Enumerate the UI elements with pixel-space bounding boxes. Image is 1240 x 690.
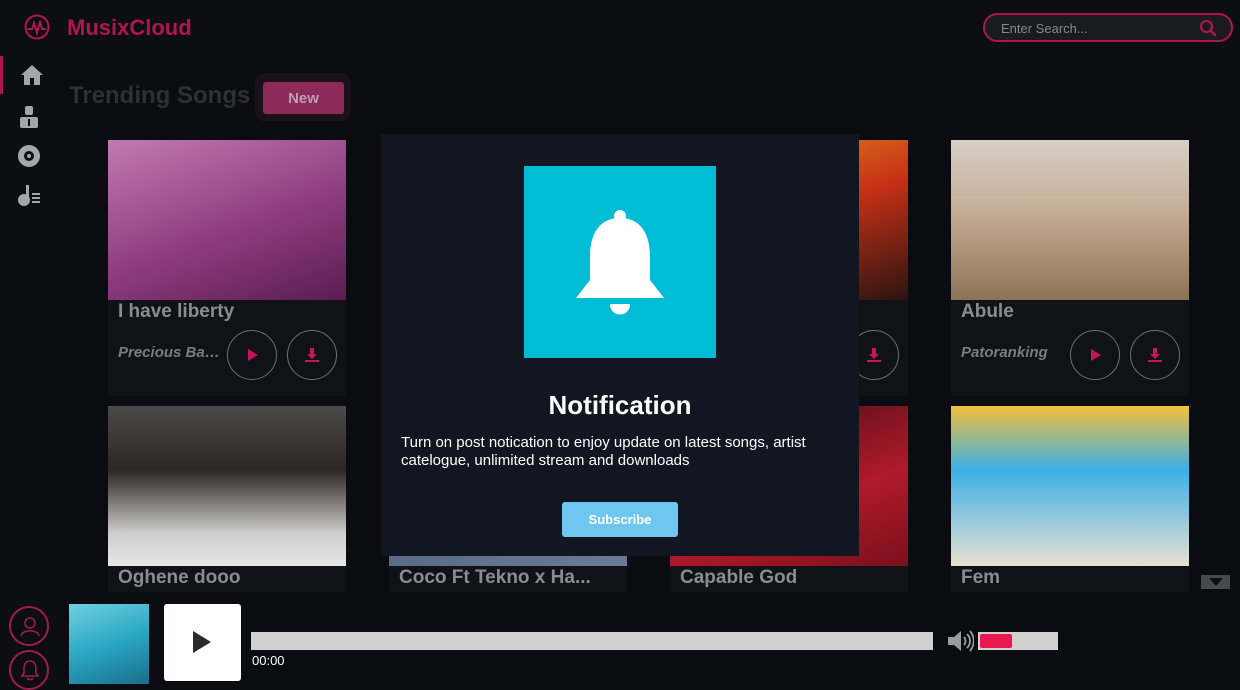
download-icon xyxy=(305,348,319,362)
player-play-button[interactable] xyxy=(164,604,241,681)
caret-down-icon xyxy=(1209,578,1223,586)
song-title: Coco Ft Tekno x Ha... xyxy=(399,567,591,588)
new-button[interactable]: New xyxy=(263,82,344,114)
song-title: Oghene dooo xyxy=(118,567,241,588)
notifications-button[interactable] xyxy=(9,650,49,690)
volume-level xyxy=(980,634,1012,648)
notification-modal: Notification Turn on post notication to … xyxy=(381,134,859,556)
play-icon xyxy=(193,631,211,653)
download-button[interactable] xyxy=(287,330,337,380)
play-icon xyxy=(1091,349,1101,361)
current-time: 00:00 xyxy=(252,653,285,668)
volume-icon[interactable] xyxy=(946,628,974,654)
bell-icon xyxy=(20,660,40,681)
search-input[interactable] xyxy=(1001,18,1191,38)
song-cover xyxy=(951,406,1189,566)
home-icon xyxy=(21,65,43,85)
sidebar-item-albums[interactable] xyxy=(0,137,57,175)
modal-message: Turn on post notication to enjoy update … xyxy=(401,434,806,469)
volume-slider[interactable] xyxy=(978,632,1058,650)
sidebar xyxy=(0,56,57,690)
song-title: I have liberty xyxy=(118,301,235,322)
play-button[interactable] xyxy=(1070,330,1120,380)
modal-title: Notification xyxy=(548,390,692,420)
scroll-down-button[interactable] xyxy=(1201,575,1230,589)
song-artist: Patoranking xyxy=(961,344,1048,361)
new-button-wrapper: New xyxy=(255,73,351,121)
song-card[interactable]: I have liberty Precious Balogun xyxy=(108,140,346,396)
play-icon xyxy=(248,349,258,361)
sidebar-item-home[interactable] xyxy=(0,56,57,94)
now-playing-cover[interactable] xyxy=(69,604,149,684)
song-title: Fem xyxy=(961,567,1001,588)
section-title: Trending Songs xyxy=(69,82,251,109)
download-icon xyxy=(867,348,881,362)
user-icon xyxy=(20,617,40,637)
profile-button[interactable] xyxy=(9,606,49,646)
song-card[interactable]: Fem xyxy=(951,406,1189,592)
song-cover xyxy=(108,406,346,566)
song-card[interactable]: Oghene dooo xyxy=(108,406,346,592)
song-card[interactable]: Abule Patoranking xyxy=(951,140,1189,396)
sidebar-item-playlists[interactable] xyxy=(0,176,57,214)
app-title[interactable]: MusixCloud xyxy=(67,15,192,41)
song-cover xyxy=(951,140,1189,300)
app-header: MusixCloud xyxy=(0,0,1240,56)
artist-icon xyxy=(20,106,38,128)
notification-illustration xyxy=(524,166,716,358)
song-title: Capable God xyxy=(680,567,798,588)
search-box xyxy=(983,13,1233,42)
download-button[interactable] xyxy=(1130,330,1180,380)
song-artist: Precious Balogun xyxy=(118,344,223,361)
subscribe-button[interactable]: Subscribe xyxy=(562,502,678,537)
bell-icon xyxy=(576,210,664,315)
seek-bar[interactable] xyxy=(251,632,933,650)
logo-icon[interactable] xyxy=(24,14,50,40)
download-icon xyxy=(1148,348,1162,362)
playlist-icon xyxy=(18,185,40,206)
search-icon[interactable] xyxy=(1199,19,1217,37)
song-title: Abule xyxy=(961,301,1014,322)
play-button[interactable] xyxy=(227,330,277,380)
disc-icon xyxy=(18,145,40,167)
song-cover xyxy=(108,140,346,300)
sidebar-item-artists[interactable] xyxy=(0,98,57,136)
